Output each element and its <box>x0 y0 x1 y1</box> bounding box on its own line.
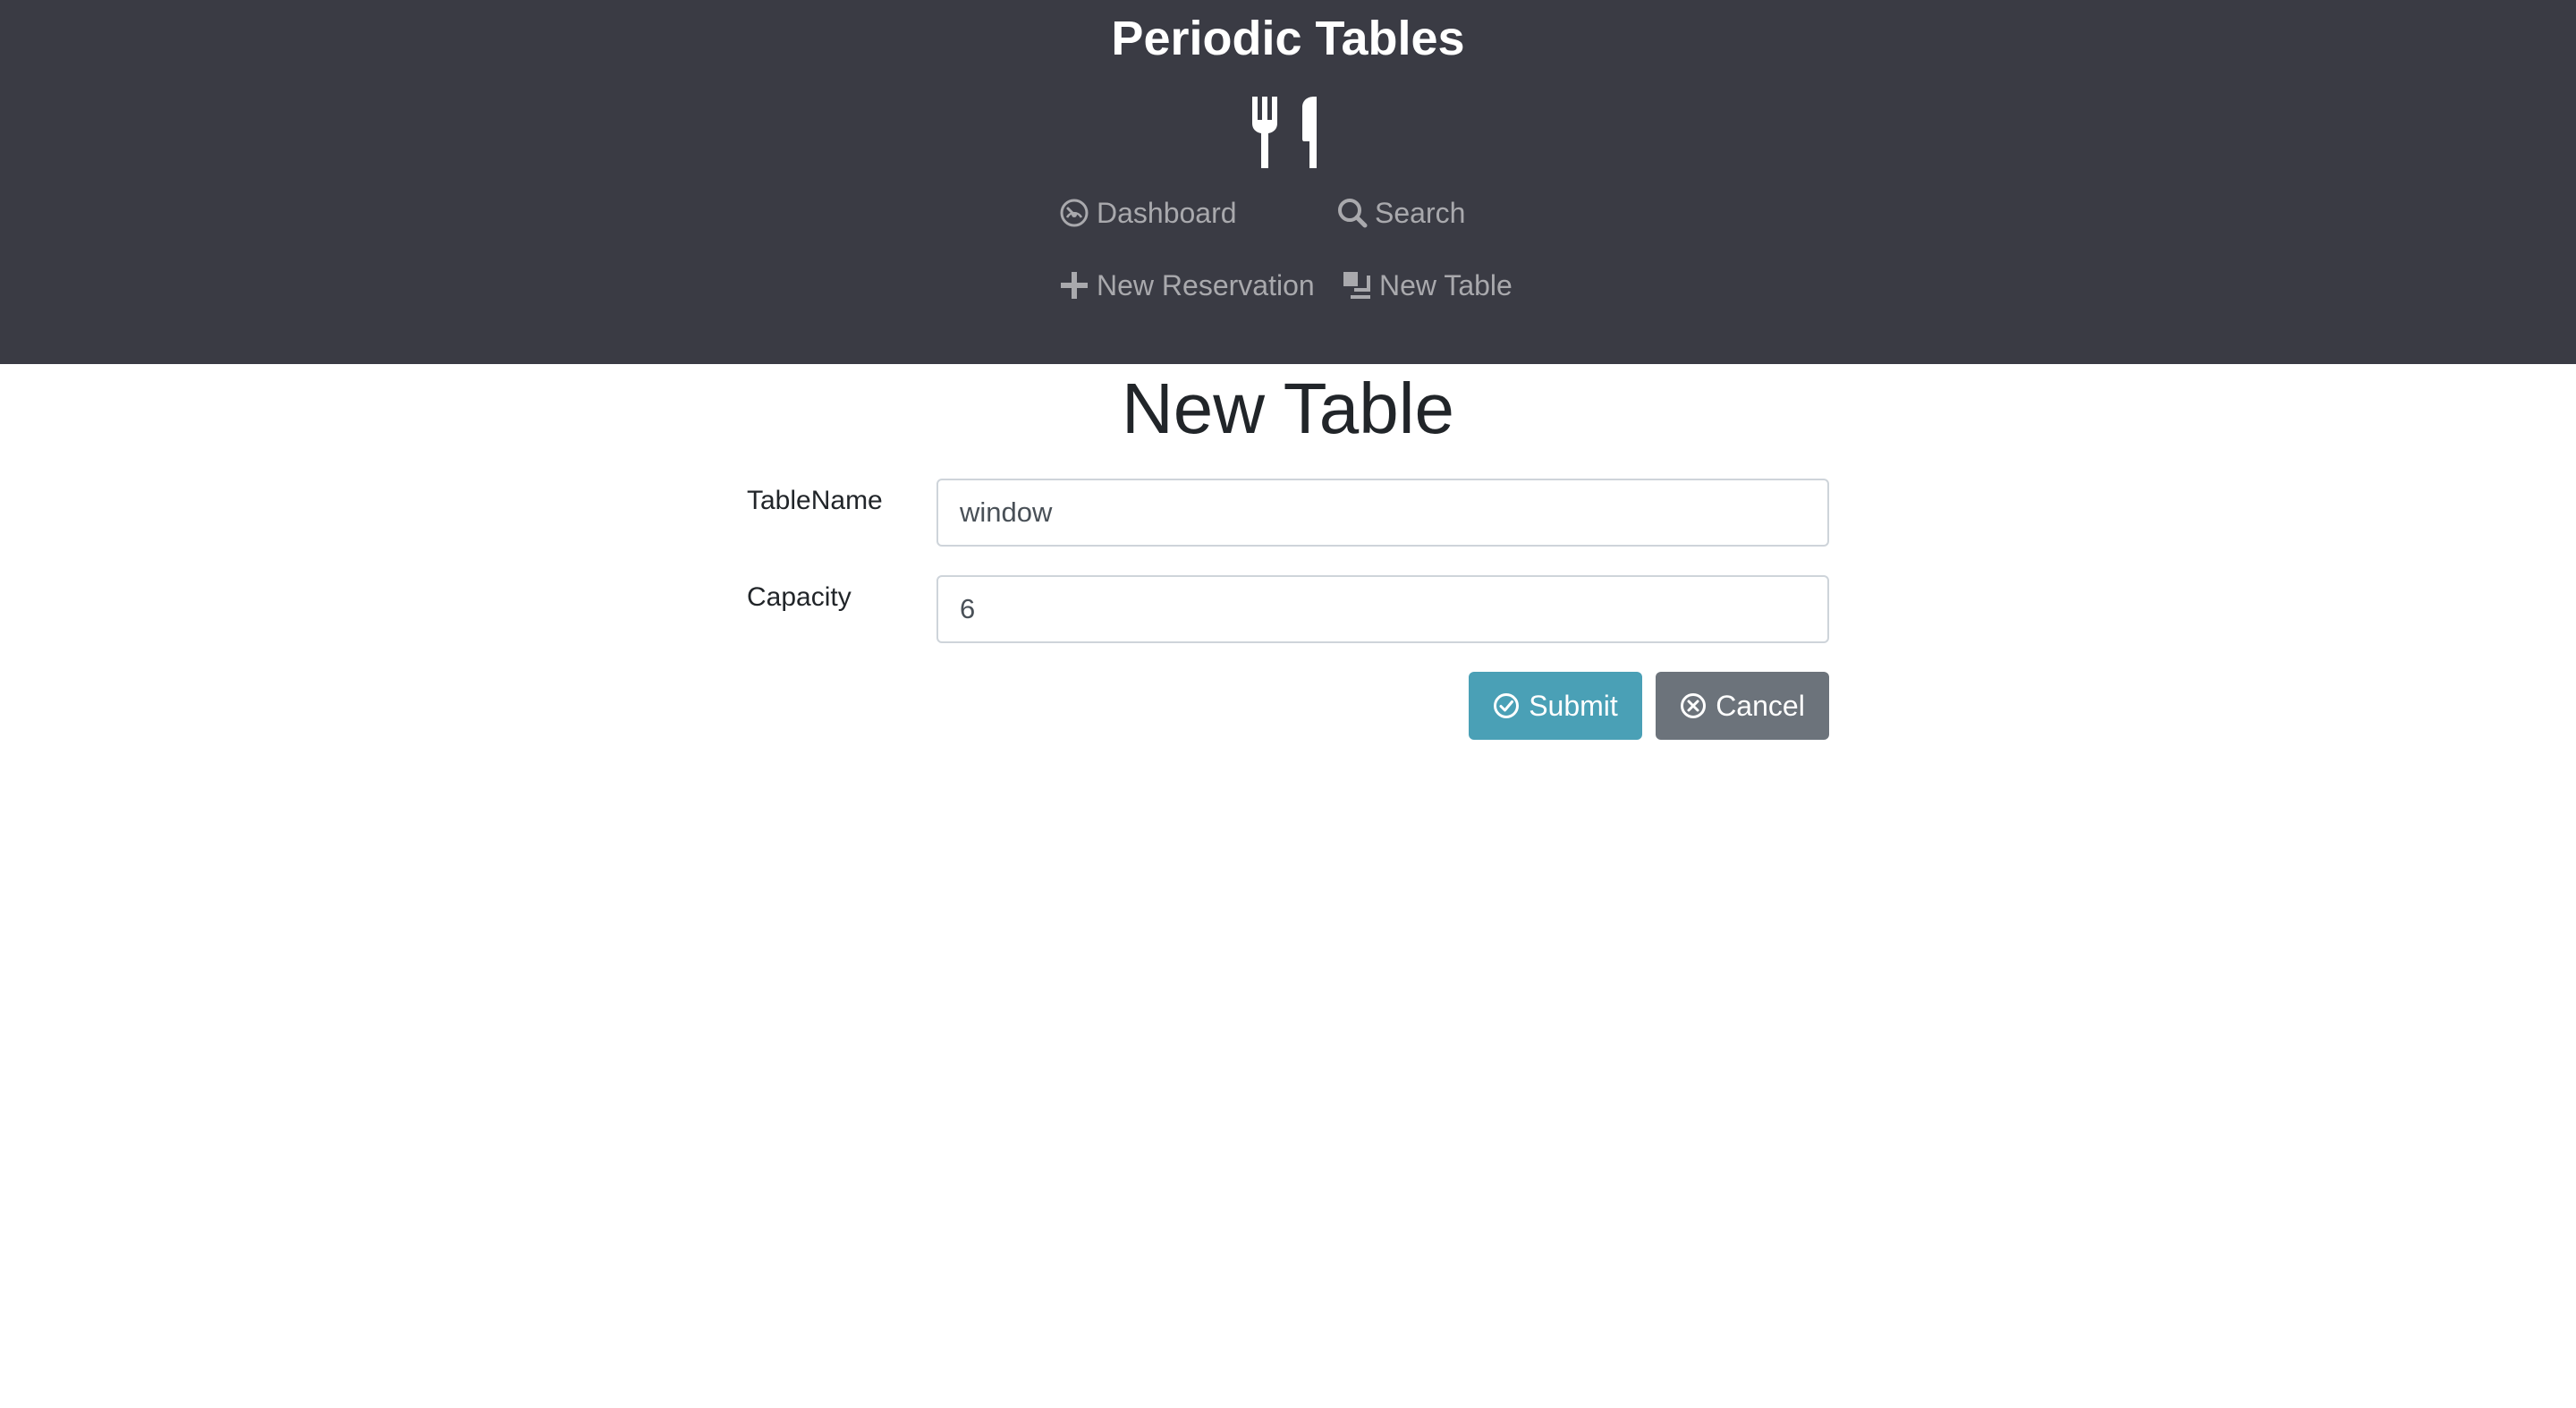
check-circle-icon <box>1494 693 1520 718</box>
search-icon <box>1338 199 1368 228</box>
submit-label: Submit <box>1529 689 1618 722</box>
utensils-icon <box>1252 97 1317 168</box>
table-name-label: TableName <box>747 486 883 515</box>
capacity-label: Capacity <box>747 582 852 612</box>
nav-dashboard-label: Dashboard <box>1097 197 1237 229</box>
submit-button[interactable]: Submit <box>1469 672 1642 740</box>
nav-new-reservation-link[interactable]: New Reservation <box>1059 267 1315 303</box>
table-name-input[interactable] <box>936 479 1829 547</box>
nav-search-label: Search <box>1375 197 1466 229</box>
page: Periodic Tables Dashboard Search New Res… <box>0 0 2576 1408</box>
layers-icon <box>1343 272 1370 299</box>
nav-new-table-label: New Table <box>1379 269 1513 301</box>
cancel-button[interactable]: Cancel <box>1656 672 1829 740</box>
nav-dashboard-link[interactable]: Dashboard <box>1059 195 1237 231</box>
page-title: New Table <box>1121 369 1455 448</box>
cancel-label: Cancel <box>1716 689 1805 722</box>
nav-new-reservation-label: New Reservation <box>1097 269 1315 301</box>
app-title: Periodic Tables <box>1111 12 1465 65</box>
top-navbar: Periodic Tables Dashboard Search New Res… <box>0 0 2576 364</box>
x-circle-icon <box>1681 693 1707 718</box>
nav-search-link[interactable]: Search <box>1337 195 1465 231</box>
nav-new-table-link[interactable]: New Table <box>1342 267 1513 303</box>
capacity-input[interactable] <box>936 575 1829 643</box>
plus-icon <box>1061 272 1088 299</box>
dashboard-gauge-icon <box>1060 199 1089 227</box>
